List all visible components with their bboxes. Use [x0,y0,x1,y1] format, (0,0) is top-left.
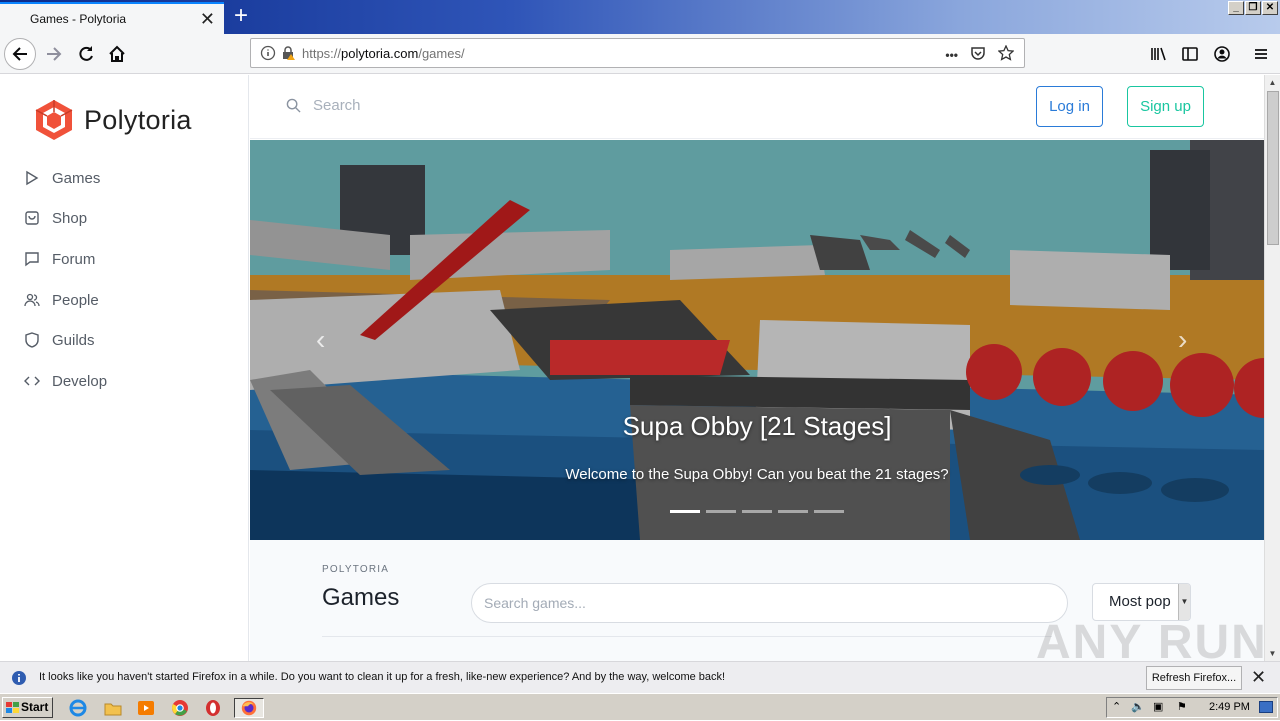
carousel-indicator[interactable] [670,510,700,513]
site-header: Search Log in Sign up [250,75,1264,139]
site-search[interactable]: Search [286,97,361,114]
login-button[interactable]: Log in [1036,86,1103,127]
show-desktop-icon[interactable] [1259,701,1273,713]
brand-name: Polytoria [84,104,192,135]
section-eyebrow: POLYTORIA [322,564,390,575]
page-scrollbar[interactable]: ▲ ▼ [1264,75,1280,661]
forward-icon[interactable] [38,38,70,70]
signup-button[interactable]: Sign up [1127,86,1204,127]
reload-icon[interactable] [70,38,102,70]
chrome-icon[interactable] [170,698,192,718]
notification-close-icon[interactable]: ✕ [1251,668,1266,686]
back-icon[interactable] [4,38,36,70]
polytoria-logo-icon [35,100,73,140]
home-icon[interactable] [101,38,133,70]
sidebar: Polytoria Games Shop Forum People Guilds… [0,75,249,661]
sidebar-item-label: Guilds [52,331,95,349]
search-icon [286,98,301,113]
tab-close-icon[interactable]: ✕ [200,10,215,28]
system-tray: ⌃ 🔈 ▣ ⚑ 2:49 PM [1106,697,1278,718]
tab-title: Games - Polytoria [30,12,127,26]
sidebar-item-label: People [52,291,99,309]
scroll-up-icon[interactable]: ▲ [1265,75,1280,90]
sidebar-item-label: Develop [52,372,108,390]
ie-icon[interactable] [68,698,90,718]
browser-titlebar: Games - Polytoria ✕ + _ ❐ ✕ [0,0,1280,34]
network-icon[interactable]: ▣ [1153,700,1163,713]
info-icon [11,670,27,689]
notification-bar: It looks like you haven't started Firefo… [0,661,1280,693]
page-title: Games [322,584,400,611]
minimize-icon[interactable]: _ [1228,1,1244,15]
sidebar-item-people[interactable]: People [24,289,99,311]
new-tab-icon[interactable]: + [228,4,254,30]
start-button[interactable]: Start [2,697,53,718]
menu-icon[interactable] [1245,38,1277,70]
page-actions-icon[interactable]: ••• [945,48,958,62]
url-bar[interactable]: https://polytoria.com/games/ ••• [250,38,1025,68]
window-close-icon[interactable]: ✕ [1262,1,1278,15]
url-text: https://polytoria.com/games/ [302,46,465,61]
carousel-next-icon[interactable]: › [1178,326,1198,354]
watermark: ANY RUN [1036,616,1268,661]
search-placeholder: Search [313,97,361,114]
featured-carousel[interactable]: ‹ › Supa Obby [21 Stages] Welcome to the… [250,140,1264,540]
volume-icon[interactable]: 🔈 [1131,700,1145,713]
sidebar-item-forum[interactable]: Forum [24,248,95,270]
games-search-input[interactable]: Search games... [471,583,1068,623]
windows-logo-icon [6,702,19,713]
window-controls: _ ❐ ✕ [1228,1,1278,15]
tray-expand-icon[interactable]: ⌃ [1112,700,1121,713]
account-icon[interactable] [1206,38,1238,70]
carousel-indicator[interactable] [814,510,844,513]
carousel-indicators [670,510,844,513]
restore-icon[interactable]: ❐ [1245,1,1261,15]
sort-selected-value: Most pop [1109,593,1171,610]
divider [322,636,1052,637]
clock: 2:49 PM [1209,701,1250,713]
carousel-prev-icon[interactable]: ‹ [316,326,336,354]
page-viewport: Polytoria Games Shop Forum People Guilds… [0,75,1280,661]
sidebar-item-develop[interactable]: Develop [24,370,107,392]
browser-navbar: https://polytoria.com/games/ ••• [0,34,1280,74]
lock-warning-icon[interactable] [280,45,296,64]
carousel-indicator[interactable] [778,510,808,513]
featured-game-title[interactable]: Supa Obby [21 Stages] [250,411,1264,442]
firefox-taskbar-icon[interactable] [234,698,264,718]
library-icon[interactable] [1142,38,1174,70]
play-icon [26,170,39,186]
carousel-indicator[interactable] [706,510,736,513]
sidebar-item-guilds[interactable]: Guilds [24,329,95,351]
media-player-icon[interactable] [136,698,158,718]
shield-icon [25,332,39,348]
bookmark-star-icon[interactable] [997,44,1015,64]
folder-icon[interactable] [103,698,125,718]
chat-icon [25,252,39,267]
action-center-flag-icon[interactable]: ⚑ [1177,700,1187,713]
scrollbar-thumb[interactable] [1267,91,1279,245]
brand-logo[interactable]: Polytoria [34,99,192,141]
refresh-firefox-button[interactable]: Refresh Firefox... [1146,666,1242,690]
sidebar-item-shop[interactable]: Shop [24,207,87,229]
notification-message: It looks like you haven't started Firefo… [39,671,726,683]
windows-taskbar: Start ⌃ 🔈 ▣ ⚑ 2:49 PM [0,693,1280,720]
start-label: Start [21,700,49,714]
people-icon [24,293,40,307]
opera-icon[interactable] [203,698,225,718]
sidebar-item-label: Forum [52,250,96,268]
code-icon [24,376,40,386]
sidebar-item-label: Games [52,169,101,187]
info-icon[interactable] [260,45,276,64]
browser-tab[interactable]: Games - Polytoria ✕ [0,2,224,34]
carousel-indicator[interactable] [742,510,772,513]
bag-icon [25,211,39,225]
sidebar-item-label: Shop [52,209,88,227]
pocket-icon[interactable] [970,45,986,64]
featured-game-description: Welcome to the Supa Obby! Can you beat t… [565,466,949,483]
sidebar-item-games[interactable]: Games [24,167,100,189]
sidebar-toggle-icon[interactable] [1174,38,1206,70]
